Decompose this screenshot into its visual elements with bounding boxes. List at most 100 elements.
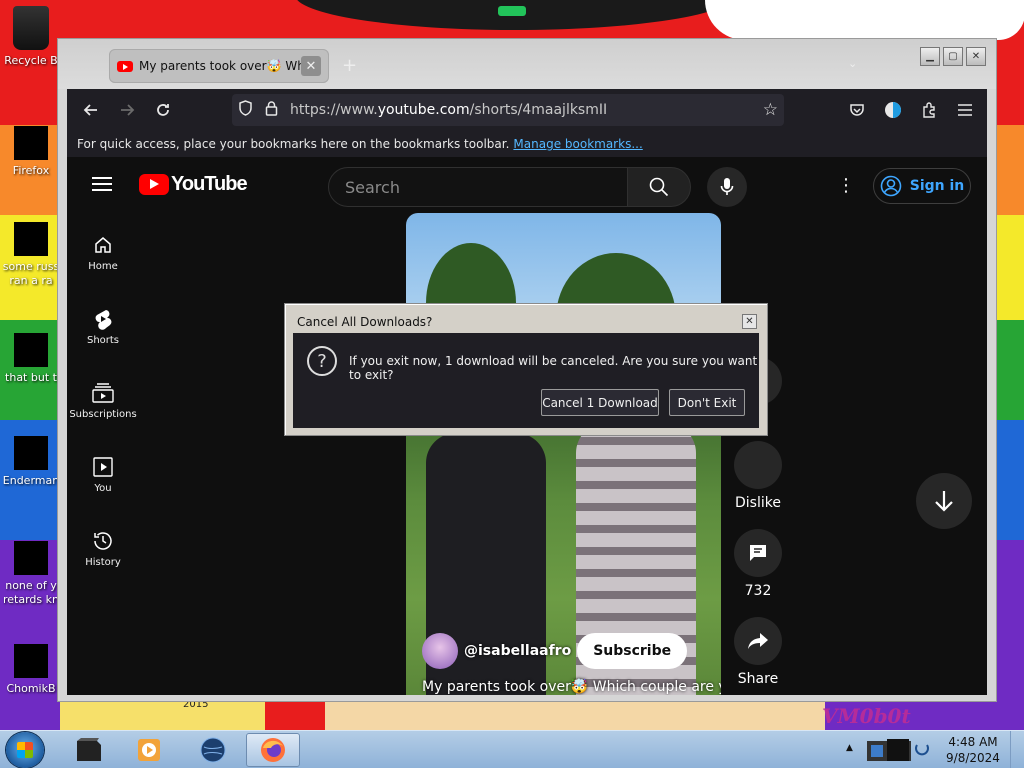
desktop-icon-label: none of y retards kn	[3, 579, 59, 606]
desktop-icon-file-5[interactable]: ChomikB	[0, 644, 62, 696]
tab-title: My parents took over🤯 Which	[139, 59, 301, 73]
desktop-wallpaper-cloud	[705, 0, 1024, 40]
window-controls: ▁ ▢ ✕	[920, 47, 986, 66]
sidebar-item-shorts[interactable]: Shorts	[67, 307, 139, 346]
url-bar[interactable]: https://www.youtube.com/shorts/4maajlksm…	[232, 94, 784, 126]
tray-app-icons[interactable]	[862, 733, 934, 767]
sidebar-label: You	[94, 483, 112, 494]
new-tab-icon[interactable]: +	[342, 55, 357, 76]
desktop-icon-label: Firefox	[12, 164, 50, 177]
account-circle-icon	[880, 175, 902, 197]
channel-avatar[interactable]	[422, 633, 458, 669]
desktop-icon-recycle-bin[interactable]: Recycle B	[0, 6, 62, 68]
cancel-download-button[interactable]: Cancel 1 Download	[541, 389, 659, 416]
short-channel-row: @isabellaafro Subscribe	[422, 633, 688, 669]
recycle-bin-icon	[13, 6, 49, 50]
dislike-button[interactable]: Dislike	[730, 441, 786, 511]
youtube-header: YouTube Search ⋮ Sign in	[67, 157, 987, 213]
tray-overflow-icon[interactable]: ▲	[846, 743, 853, 753]
youtube-play-icon	[139, 174, 169, 195]
share-label: Share	[737, 671, 779, 687]
short-video-player[interactable]: @isabellaafro Subscribe My parents took …	[406, 213, 721, 695]
desktop-icon-label: some russ ran a ra	[2, 260, 60, 287]
sign-in-button[interactable]: Sign in	[873, 168, 971, 204]
sidebar-label: Subscriptions	[69, 409, 137, 420]
file-icon	[14, 644, 48, 678]
dislike-label: Dislike	[735, 495, 781, 511]
voice-search-button[interactable]	[707, 167, 747, 207]
firefox-icon	[261, 738, 285, 762]
taskbar: ▲ 4:48 AM 9/8/2024	[0, 730, 1024, 768]
tab-close-icon[interactable]: ✕	[301, 56, 321, 76]
settings-more-icon[interactable]: ⋮	[837, 175, 855, 196]
shorts-icon	[67, 307, 139, 331]
desktop-icon-file-2[interactable]: that but t	[0, 333, 62, 385]
desktop-icon-label: that but t	[5, 371, 57, 384]
tracking-shield-icon[interactable]	[232, 100, 258, 120]
tab-youtube-short[interactable]: My parents took over🤯 Which ✕	[109, 49, 329, 83]
arrow-down-icon	[935, 491, 953, 512]
sidebar-label: Home	[88, 261, 118, 272]
share-button[interactable]: Share	[730, 617, 786, 687]
list-all-tabs-icon[interactable]: ⌄	[848, 57, 857, 70]
comments-button[interactable]: 732	[730, 529, 786, 599]
pocket-icon[interactable]	[839, 92, 875, 128]
manage-bookmarks-link[interactable]: Manage bookmarks...	[513, 137, 642, 151]
desktop-icon-label: Enderman	[2, 474, 60, 487]
taskbar-media-player[interactable]	[122, 733, 176, 767]
globe-icon	[200, 737, 226, 763]
extensions-icon[interactable]	[911, 92, 947, 128]
taskbar-app-1[interactable]	[62, 733, 116, 767]
home-icon	[67, 233, 139, 257]
desktop-icon-label: ChomikB	[6, 682, 56, 695]
youtube-favicon-icon	[117, 60, 133, 72]
show-desktop-button[interactable]	[1010, 731, 1024, 768]
library-icon	[67, 455, 139, 479]
desktop-wallpaper-bottom	[60, 700, 825, 730]
dialog-close-icon[interactable]: ✕	[742, 314, 757, 329]
history-icon	[67, 529, 139, 553]
taskbar-app-globe[interactable]	[186, 733, 240, 767]
dont-exit-button[interactable]: Don't Exit	[669, 389, 745, 416]
app-menu-icon[interactable]	[947, 92, 983, 128]
maximize-icon[interactable]: ▢	[943, 47, 963, 66]
desktop-icon-file-1[interactable]: some russ ran a ra	[0, 222, 62, 288]
taskbar-clock[interactable]: 4:48 AM 9/8/2024	[946, 734, 1000, 766]
subscribe-button[interactable]: Subscribe	[577, 633, 688, 669]
sidebar-item-subscriptions[interactable]: Subscriptions	[67, 381, 139, 420]
desktop-wallpaper-shape	[295, 0, 735, 30]
bookmark-star-icon[interactable]: ☆	[763, 100, 778, 120]
dialog-title: Cancel All Downloads?	[297, 315, 433, 329]
firefox-icon	[14, 126, 48, 160]
sidebar-item-home[interactable]: Home	[67, 233, 139, 272]
window-close-icon[interactable]: ✕	[966, 47, 986, 66]
next-short-button[interactable]	[916, 473, 972, 529]
clock-date: 9/8/2024	[946, 751, 1000, 765]
search-icon	[649, 177, 669, 197]
tray-app-icon	[867, 739, 929, 761]
desktop-icon-file-3[interactable]: Enderman	[0, 436, 62, 488]
start-button[interactable]	[6, 732, 44, 768]
minimize-icon[interactable]: ▁	[920, 47, 940, 66]
search-input[interactable]: Search	[328, 167, 628, 207]
sidebar-item-you[interactable]: You	[67, 455, 139, 494]
share-icon	[734, 617, 782, 665]
search-button[interactable]	[627, 167, 691, 207]
sidebar-item-history[interactable]: History	[67, 529, 139, 568]
clock-time: 4:48 AM	[948, 735, 998, 749]
forward-icon[interactable]	[109, 92, 145, 128]
dialog-body: ? If you exit now, 1 download will be ca…	[293, 333, 759, 428]
desktop-icon-file-4[interactable]: none of y retards kn	[0, 541, 62, 607]
reload-icon[interactable]	[145, 92, 181, 128]
channel-handle[interactable]: @isabellaafro	[464, 643, 571, 659]
account-icon[interactable]	[875, 92, 911, 128]
desktop-icon-firefox[interactable]: Firefox	[0, 126, 62, 178]
question-icon: ?	[307, 346, 337, 376]
youtube-logo[interactable]: YouTube	[139, 173, 248, 196]
lock-icon[interactable]	[258, 100, 284, 120]
short-title[interactable]: My parents took over🤯 Which couple are y…	[422, 679, 721, 695]
guide-menu-icon[interactable]	[92, 177, 112, 191]
taskbar-firefox[interactable]	[246, 733, 300, 767]
tab-strip: My parents took over🤯 Which ✕ + ⌄ ▁ ▢ ✕	[58, 39, 996, 89]
back-icon[interactable]	[73, 92, 109, 128]
